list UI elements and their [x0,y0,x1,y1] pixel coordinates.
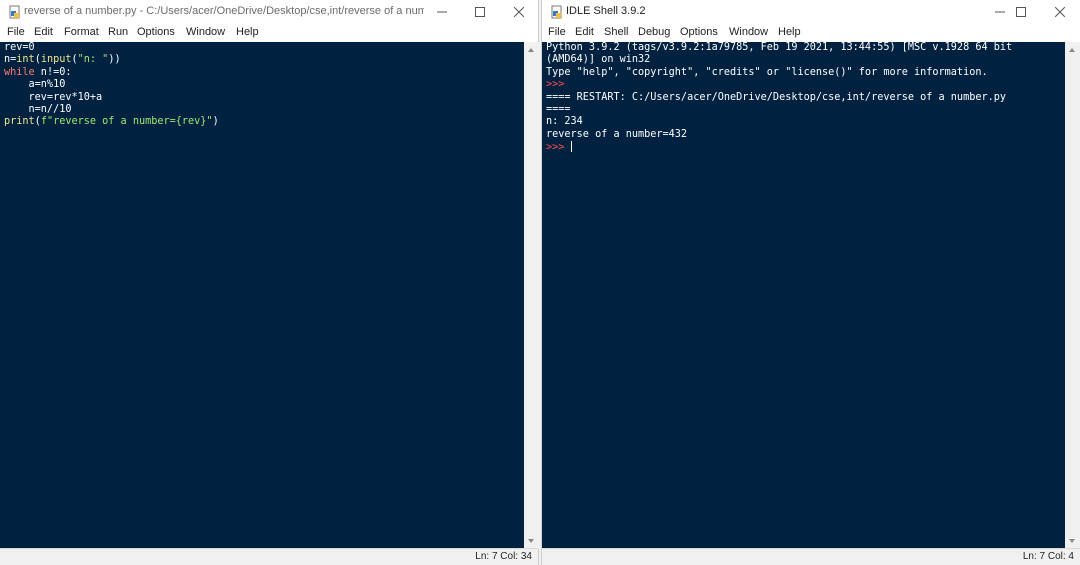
idle-app-icon [551,5,562,19]
scroll-up-icon[interactable] [528,48,534,52]
menu-options[interactable]: Options [680,26,718,38]
shell-line-result: reverse of a number=432 [546,128,688,140]
editor-menubar: File Edit Format Run Options Window Help [0,24,538,42]
shell-menubar: File Edit Shell Debug Options Window Hel… [542,24,1080,42]
shell-window: IDLE Shell 3.9.2 File Edit Shell Debug O… [541,0,1080,565]
close-icon [514,7,524,17]
close-button[interactable] [1041,0,1079,24]
code-line-5: rev=rev*10+a [4,91,103,103]
menu-window[interactable]: Window [729,26,768,38]
shell-title: IDLE Shell 3.9.2 [566,5,646,17]
editor-title: reverse of a number.py - C:/Users/acer/O… [24,5,424,17]
shell-line-input: n: 234 [546,116,583,128]
shell-scrollbar[interactable] [1065,42,1080,549]
scroll-up-icon[interactable] [1069,48,1075,52]
menu-shell[interactable]: Shell [604,26,628,38]
shell-text: Python 3.9.2 (tags/v3.9.2:1a79785, Feb 1… [546,42,1012,155]
menu-window[interactable]: Window [186,26,225,38]
code-line-3: while n!=0: [4,66,72,78]
maximize-icon [475,7,485,17]
scroll-down-icon[interactable] [1069,539,1075,543]
code-line-2: n=int(input("n: ")) [4,54,121,66]
code-line-1: rev=0 [4,42,35,53]
minimize-icon [437,11,447,13]
editor-titlebar[interactable]: reverse of a number.py - C:/Users/acer/O… [0,0,538,24]
close-button[interactable] [500,0,538,24]
python-file-icon [9,5,20,19]
shell-statusbar: Ln: 7 Col: 4 [542,548,1080,565]
code-line-6: n=n//10 [4,104,72,116]
menu-file[interactable]: File [7,26,25,38]
shell-line-restart-tail: ==== [546,104,571,116]
shell-line-platform: (AMD64)] on win32 [546,54,651,66]
shell-output[interactable]: Python 3.9.2 (tags/v3.9.2:1a79785, Feb 1… [542,42,1065,549]
shell-titlebar[interactable]: IDLE Shell 3.9.2 [542,0,1080,24]
editor-window: reverse of a number.py - C:/Users/acer/O… [0,0,539,565]
menu-edit[interactable]: Edit [34,26,53,38]
scroll-down-icon[interactable] [528,539,534,543]
menu-run[interactable]: Run [108,26,128,38]
maximize-button[interactable] [461,0,499,24]
shell-cursor-position: Ln: 7 Col: 4 [1022,551,1074,562]
shell-line-banner: Python 3.9.2 (tags/v3.9.2:1a79785, Feb 1… [546,42,1013,53]
menu-format[interactable]: Format [64,26,99,38]
code-editor[interactable]: rev=0 n=int(input("n: ")) while n!=0: a=… [0,42,524,549]
maximize-icon [1016,7,1026,17]
editor-scrollbar[interactable] [524,42,539,549]
shell-prompt-active: >>> [546,142,565,154]
code-line-7: print(f"reverse of a number={rev}") [4,116,219,128]
shell-line-help: Type "help", "copyright", "credits" or "… [546,66,988,78]
close-icon [1055,7,1065,17]
menu-file[interactable]: File [548,26,566,38]
minimize-button[interactable] [423,0,461,24]
menu-debug[interactable]: Debug [638,26,670,38]
shell-prompt: >>> [546,79,565,91]
code-line-4: a=n%10 [4,79,66,91]
menu-edit[interactable]: Edit [575,26,594,38]
maximize-button[interactable] [1002,0,1040,24]
editor-statusbar: Ln: 7 Col: 34 [0,548,538,565]
code-text: rev=0 n=int(input("n: ")) while n!=0: a=… [4,42,219,129]
menu-help[interactable]: Help [778,26,801,38]
menu-help[interactable]: Help [236,26,259,38]
menu-options[interactable]: Options [137,26,175,38]
shell-line-restart: ==== RESTART: C:/Users/acer/OneDrive/Des… [546,91,1007,103]
editor-cursor-position: Ln: 7 Col: 34 [475,551,532,562]
text-cursor [570,141,572,153]
